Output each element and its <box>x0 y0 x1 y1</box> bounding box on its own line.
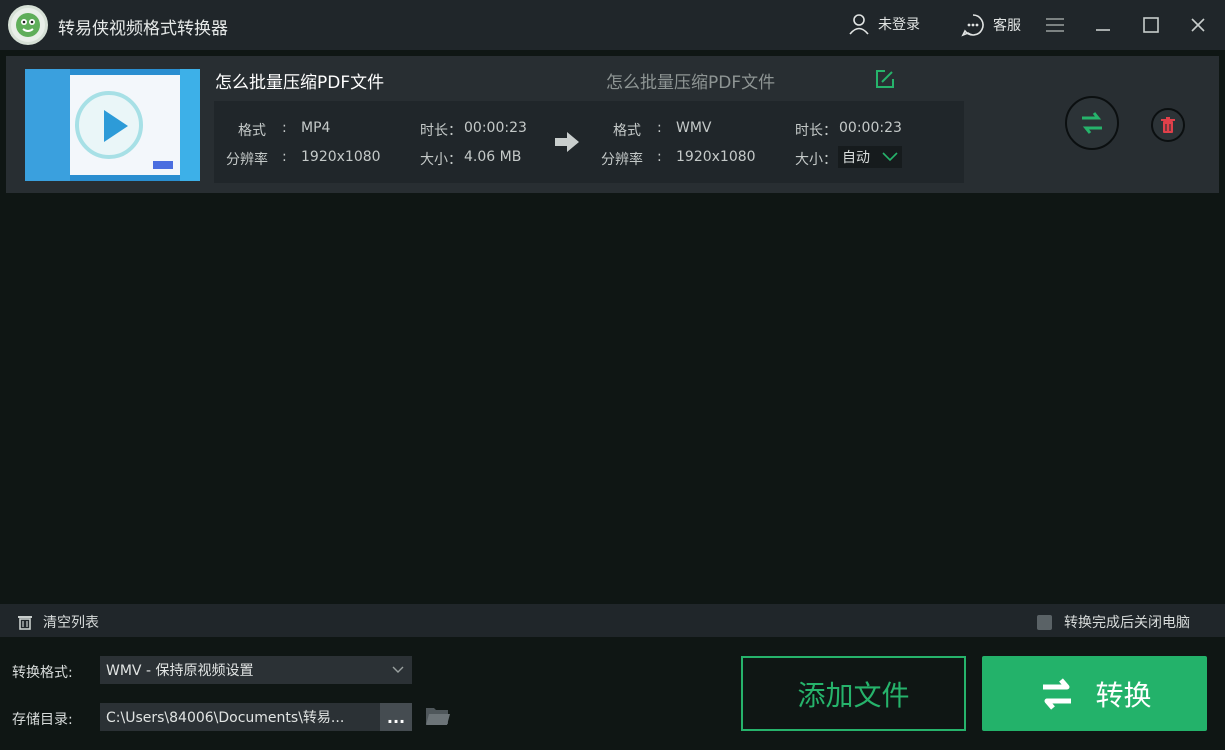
colon: ： <box>448 152 462 168</box>
shutdown-label: 转换完成后关闭电脑 <box>1064 615 1190 631</box>
chat-icon <box>961 14 984 37</box>
folder-icon <box>426 708 450 725</box>
login-label: 未登录 <box>878 17 920 33</box>
user-icon <box>849 14 869 35</box>
src-format-label: 格式 <box>238 123 266 139</box>
src-duration-value: 00:00:23 <box>464 120 527 136</box>
colon: ： <box>823 152 837 168</box>
play-icon <box>104 110 128 142</box>
output-format-select[interactable]: WMV - 保持原视频设置 <box>100 656 412 684</box>
menu-icon <box>1046 18 1064 32</box>
add-files-button[interactable]: 添加文件 <box>741 656 966 731</box>
colon: : <box>282 149 287 165</box>
delete-file-button[interactable] <box>1151 108 1185 142</box>
output-format-value: WMV - 保持原视频设置 <box>106 663 254 679</box>
src-format-value: MP4 <box>301 120 331 136</box>
colon: : <box>657 149 662 165</box>
convert-all-button[interactable]: 转换 <box>982 656 1207 731</box>
minimize-icon <box>1096 29 1110 31</box>
rename-button[interactable] <box>874 68 898 92</box>
minimize-button[interactable] <box>1090 12 1116 38</box>
convert-label: 转换 <box>1095 678 1152 712</box>
open-folder-button[interactable] <box>425 705 451 727</box>
convert-file-button[interactable] <box>1065 96 1119 150</box>
dst-format-label: 格式 <box>613 123 641 139</box>
bottom-panel: 转换格式: WMV - 保持原视频设置 存储目录: C:\Users\84006… <box>0 637 1225 750</box>
colon: ： <box>823 123 837 139</box>
shutdown-checkbox[interactable] <box>1037 614 1052 630</box>
trash-icon <box>18 616 32 630</box>
colon: : <box>282 120 287 136</box>
src-size-value: 4.06 MB <box>464 149 522 165</box>
output-file-name: 怎么批量压缩PDF文件 <box>606 73 776 93</box>
output-path-field[interactable]: C:\Users\84006\Documents\转易... <box>100 703 380 731</box>
src-duration-label: 时长 <box>420 123 448 139</box>
dst-duration-value: 00:00:23 <box>839 120 902 136</box>
video-thumbnail <box>25 69 200 181</box>
browse-button[interactable]: ... <box>380 703 412 731</box>
app-title: 转易侠视频格式转换器 <box>58 19 228 39</box>
file-list-item[interactable]: 怎么批量压缩PDF文件 怎么批量压缩PDF文件 格式 : MP4 分辨率 : 1… <box>6 56 1219 193</box>
dst-resolution-label: 分辨率 <box>601 152 643 168</box>
close-button[interactable] <box>1185 12 1211 38</box>
output-size-select[interactable]: 自动 <box>838 146 902 168</box>
customer-service-button[interactable]: 客服 <box>961 13 1021 37</box>
path-label: 存储目录: <box>12 712 73 728</box>
trash-icon <box>1161 117 1175 133</box>
dst-size-label: 大小 <box>795 152 823 168</box>
edit-icon <box>876 70 894 88</box>
file-info-panel: 格式 : MP4 分辨率 : 1920x1080 时长 ： 00:00:23 大… <box>214 101 964 183</box>
dst-duration-label: 时长 <box>795 123 823 139</box>
output-size-value: 自动 <box>842 150 870 166</box>
src-size-label: 大小 <box>420 152 448 168</box>
clear-list-label: 清空列表 <box>43 615 99 631</box>
add-files-label: 添加文件 <box>797 678 910 712</box>
maximize-icon <box>1143 17 1159 33</box>
app-logo-icon <box>8 5 48 45</box>
dst-resolution-value: 1920x1080 <box>676 149 756 165</box>
shutdown-option: 转换完成后关闭电脑 <box>1037 612 1190 632</box>
close-icon <box>1191 18 1205 32</box>
colon: : <box>657 120 662 136</box>
colon: ： <box>448 123 462 139</box>
chevron-down-icon <box>392 666 404 673</box>
convert-arrows-icon <box>1082 112 1102 134</box>
src-resolution-label: 分辨率 <box>226 152 268 168</box>
source-file-name: 怎么批量压缩PDF文件 <box>215 73 385 93</box>
login-button[interactable]: 未登录 <box>848 13 920 35</box>
list-toolbar: 清空列表 转换完成后关闭电脑 <box>0 604 1225 637</box>
clear-list-button[interactable]: 清空列表 <box>17 612 99 632</box>
maximize-button[interactable] <box>1138 12 1164 38</box>
chevron-down-icon <box>882 152 898 162</box>
format-label: 转换格式: <box>12 665 73 681</box>
title-bar: 转易侠视频格式转换器 未登录 客服 <box>0 0 1225 50</box>
arrow-right-icon <box>555 132 579 152</box>
menu-button[interactable] <box>1042 12 1068 38</box>
src-resolution-value: 1920x1080 <box>301 149 381 165</box>
dst-format-value: WMV <box>676 120 712 136</box>
convert-arrows-icon <box>1043 677 1072 710</box>
service-label: 客服 <box>993 18 1021 34</box>
